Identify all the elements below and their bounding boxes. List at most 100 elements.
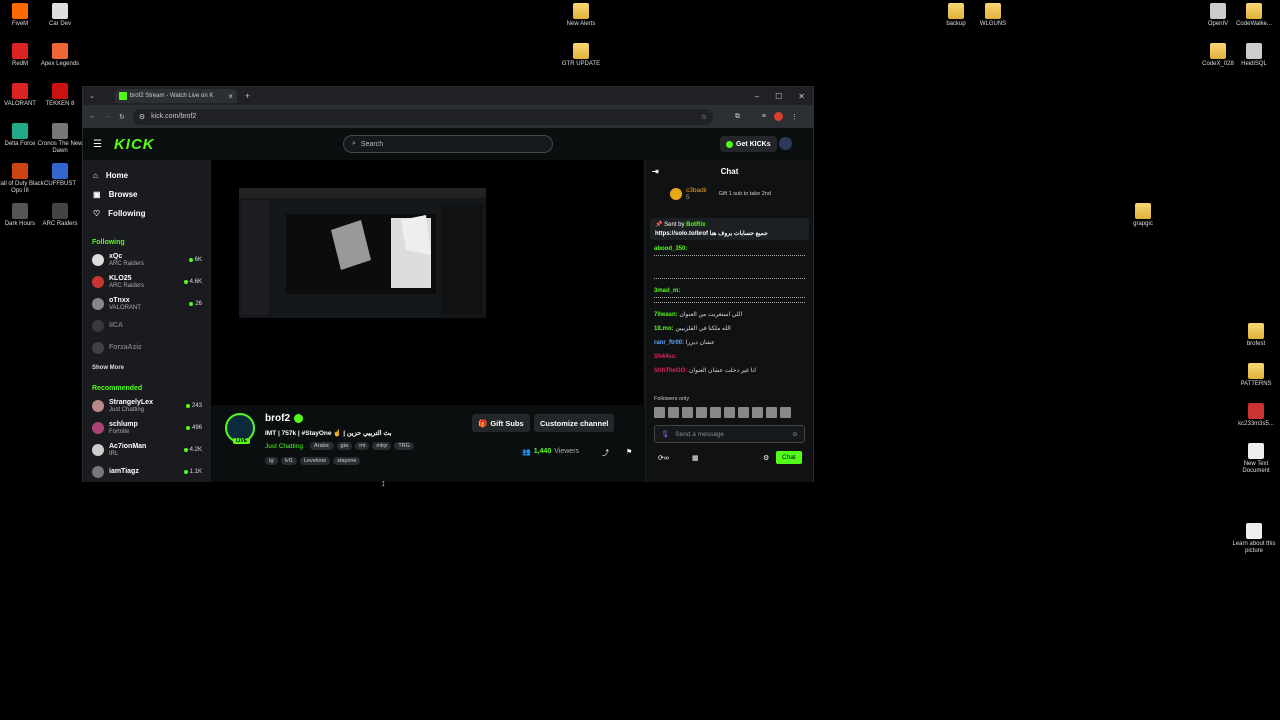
- chat-username[interactable]: 7ilwasn:: [654, 312, 678, 318]
- desktop-icon[interactable]: Apex Legends: [34, 43, 86, 68]
- forward-icon[interactable]: →: [104, 113, 111, 120]
- channel-viewers: 243: [185, 403, 202, 409]
- stream-tag[interactable]: Arabic: [309, 442, 334, 450]
- share-icon[interactable]: ⤴: [602, 448, 609, 458]
- desktop-icon[interactable]: CUFFBUST: [34, 163, 86, 188]
- chat-username[interactable]: 1ILmo:: [654, 326, 674, 332]
- extensions-icon[interactable]: ⧉: [735, 113, 740, 121]
- desktop-icon[interactable]: PATTERNS: [1230, 363, 1280, 388]
- media-icon[interactable]: ≡: [762, 113, 766, 120]
- desktop-icon[interactable]: TEKKEN 8: [34, 83, 86, 108]
- sidebar-channel[interactable]: StrangelyLex Just Chatting 243: [83, 395, 211, 417]
- emote-icon[interactable]: [766, 407, 777, 418]
- browser-tab[interactable]: brof2 Stream - Watch Live on K ×: [114, 89, 237, 103]
- collapse-chat-icon[interactable]: ⇥: [652, 167, 659, 176]
- kick-logo[interactable]: KICK: [114, 136, 155, 153]
- emote-icon[interactable]: [738, 407, 749, 418]
- emote-icon[interactable]: [682, 407, 693, 418]
- user-avatar[interactable]: [779, 137, 792, 150]
- profile-avatar[interactable]: [773, 112, 783, 121]
- streamer-name[interactable]: brof2: [265, 413, 290, 424]
- sidebar-channel[interactable]: oTnxx VALORANT 26: [83, 293, 211, 315]
- app-icon: [12, 203, 28, 219]
- desktop-icon[interactable]: Car Dev: [34, 3, 86, 28]
- desktop-icon[interactable]: ARC Raiders: [34, 203, 86, 228]
- desktop-icon[interactable]: HeidiSQL: [1228, 43, 1280, 68]
- minimize-button[interactable]: –: [755, 92, 759, 101]
- sidebar-channel[interactable]: iamTiagz 1.1K: [83, 461, 211, 483]
- gift-chat-icon[interactable]: ▦: [692, 454, 699, 462]
- sidebar-channel[interactable]: Ac7ionMan IRL 4.2K: [83, 439, 211, 461]
- desktop-icon[interactable]: kc233m3s5...: [1230, 403, 1280, 428]
- send-chat-button[interactable]: Chat: [776, 451, 802, 464]
- video-player[interactable]: [211, 160, 643, 405]
- emote-icon[interactable]: [668, 407, 679, 418]
- stream-tag[interactable]: TRG: [394, 442, 414, 450]
- site-info-icon[interactable]: ⚙: [139, 113, 145, 121]
- desktop-icon[interactable]: Cronos The New Dawn: [34, 123, 86, 155]
- pinned-text[interactable]: https://solo.to/brof جميع حسابات بروف هن…: [655, 230, 804, 237]
- mic-icon[interactable]: 🎙: [661, 430, 669, 438]
- back-icon[interactable]: ←: [89, 113, 96, 120]
- close-tab-icon[interactable]: ×: [228, 92, 233, 101]
- customize-channel-button[interactable]: Customize channel: [534, 414, 615, 432]
- search-input[interactable]: ⌕ Search: [343, 135, 553, 153]
- emote-icon[interactable]: [710, 407, 721, 418]
- points-icon[interactable]: ⟳∞: [658, 454, 669, 462]
- chat-username[interactable]: abood_350:: [654, 246, 687, 252]
- stream-category[interactable]: Just Chatting: [265, 443, 303, 450]
- desktop-icon[interactable]: brofest: [1230, 323, 1280, 348]
- stream-tag[interactable]: gta: [336, 442, 353, 450]
- chat-username[interactable]: ShhTheGO:: [654, 368, 687, 374]
- desktop-icon[interactable]: grapgic: [1117, 203, 1169, 228]
- more-options-icon[interactable]: ⚑: [626, 448, 632, 458]
- sidebar-channel[interactable]: xQc ARC Raiders 6K: [83, 249, 211, 271]
- reload-icon[interactable]: ↻: [119, 113, 125, 121]
- sidebar-channel[interactable]: ForzaAziz: [83, 337, 211, 359]
- nav-browse[interactable]: ▣ Browse: [83, 185, 211, 204]
- emote-icon[interactable]: [752, 407, 763, 418]
- hamburger-icon[interactable]: ☰: [93, 139, 102, 150]
- stream-tag[interactable]: mt: [355, 442, 370, 450]
- sidebar-channel[interactable]: schlump Fortnite 496: [83, 417, 211, 439]
- show-more-link[interactable]: Show More: [83, 359, 211, 377]
- tab-list-icon[interactable]: ⌄: [89, 92, 95, 100]
- stream-tag[interactable]: lvl1: [280, 457, 297, 465]
- emoji-icon[interactable]: ☺: [791, 431, 798, 438]
- stream-tag[interactable]: stayone: [333, 457, 361, 465]
- kick-page: ☰ KICK ⌕ Search Get KICKs ⌂ Home ▣ Browse …: [83, 128, 813, 482]
- chat-username[interactable]: Sh44ss:: [654, 354, 677, 360]
- sidebar-channel[interactable]: KLO25 ARC Raiders 4.6K: [83, 271, 211, 293]
- desktop-icon[interactable]: WLGUNS: [967, 3, 1019, 28]
- chat-input[interactable]: 🎙 Send a message ☺: [654, 425, 805, 443]
- stream-tag[interactable]: Levelone: [299, 457, 331, 465]
- emote-icon[interactable]: [780, 407, 791, 418]
- chat-username[interactable]: 3mad_m:: [654, 288, 680, 294]
- nav-following[interactable]: ♡ Following: [83, 204, 211, 223]
- desktop-icon[interactable]: GTR UPDATE: [555, 43, 607, 68]
- desktop-icon[interactable]: New Text Document: [1230, 443, 1280, 475]
- desktop-icon[interactable]: Learn about this picture: [1228, 523, 1280, 555]
- top-gifter-name[interactable]: c3badii: [686, 187, 707, 194]
- emote-icon[interactable]: [654, 407, 665, 418]
- nav-home[interactable]: ⌂ Home: [83, 166, 211, 185]
- emote-icon[interactable]: [724, 407, 735, 418]
- chat-username[interactable]: ranr_ftr00:: [654, 340, 684, 346]
- close-window-button[interactable]: ✕: [798, 92, 805, 101]
- desktop-icon[interactable]: New Alerts: [555, 3, 607, 28]
- sidebar-channel[interactable]: iICA: [83, 315, 211, 337]
- stream-tag[interactable]: tg: [265, 457, 278, 465]
- bookmark-star-icon[interactable]: ☆: [701, 113, 707, 121]
- get-kicks-button[interactable]: Get KICKs: [720, 136, 777, 152]
- gift-prompt[interactable]: Gift 1 sub to take 2nd: [719, 191, 771, 197]
- pinned-user[interactable]: BotRix: [686, 222, 705, 228]
- desktop-icon[interactable]: CodeWalke...: [1228, 3, 1280, 28]
- chat-settings-icon[interactable]: ⚙: [763, 454, 769, 462]
- new-tab-button[interactable]: +: [245, 91, 250, 101]
- menu-icon[interactable]: ⋮: [791, 113, 798, 121]
- url-field[interactable]: ⚙ kick.com/brof2 ☆: [132, 108, 713, 125]
- gift-subs-button[interactable]: 🎁 Gift Subs: [472, 414, 530, 432]
- stream-tag[interactable]: mtrp: [372, 442, 392, 450]
- maximize-button[interactable]: ☐: [775, 92, 782, 101]
- emote-icon[interactable]: [696, 407, 707, 418]
